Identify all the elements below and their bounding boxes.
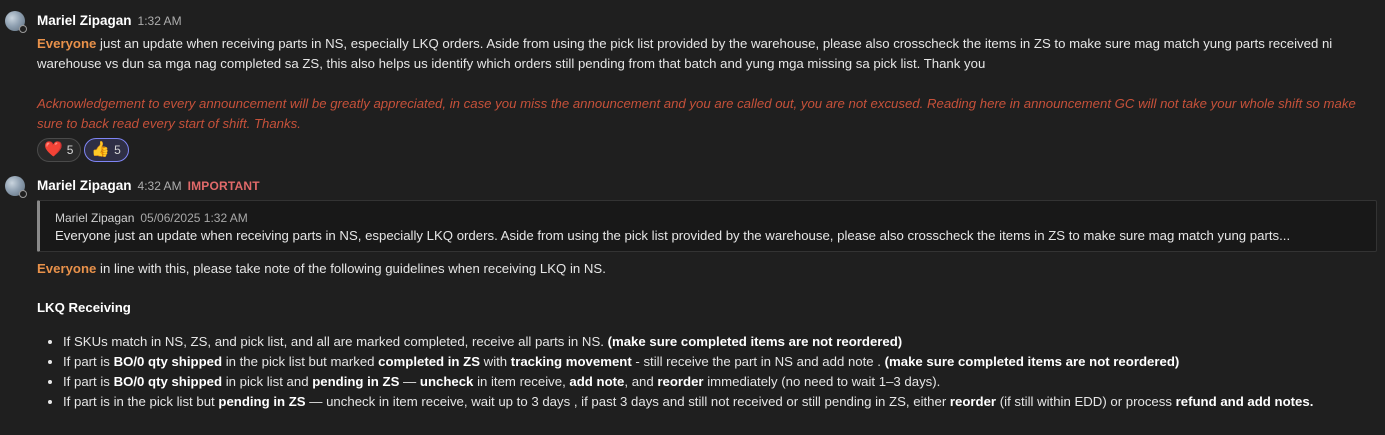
- message-timestamp: 4:32 AM: [137, 179, 182, 193]
- author-name[interactable]: Mariel Zipagan: [37, 178, 132, 193]
- guideline-bold: uncheck: [419, 374, 474, 389]
- author-name[interactable]: Mariel Zipagan: [37, 13, 132, 28]
- guideline-text: — uncheck in item receive, wait up to 3 …: [305, 394, 950, 409]
- guideline-text: , and: [624, 374, 658, 389]
- reaction-count: 5: [114, 143, 121, 157]
- guideline-text: If SKUs match in NS, ZS, and pick list, …: [63, 334, 608, 349]
- mention-everyone[interactable]: Everyone: [37, 36, 96, 51]
- thumbs-up-icon: 👍: [91, 141, 111, 158]
- guideline-bold: (make sure completed items are not reord…: [884, 354, 1180, 369]
- avatar[interactable]: [5, 176, 27, 198]
- list-item: If part is BO/0 qty shipped in pick list…: [63, 372, 1383, 392]
- message-header: Mariel Zipagan 4:32 AM IMPORTANT: [37, 176, 260, 196]
- message-body: Everyone in line with this, please take …: [37, 259, 1367, 279]
- avatar[interactable]: [5, 11, 27, 33]
- list-item: If SKUs match in NS, ZS, and pick list, …: [63, 332, 1383, 352]
- guideline-text: —: [399, 374, 420, 389]
- guideline-bold: reorder: [949, 394, 997, 409]
- guideline-text: If part is in the pick list but: [63, 394, 219, 409]
- reaction-thumbs-up[interactable]: 👍 5: [84, 138, 129, 162]
- message-body: Everyone just an update when receiving p…: [37, 34, 1367, 74]
- guideline-bold: tracking movement: [510, 354, 632, 369]
- guideline-text: (if still within EDD) or process: [996, 394, 1176, 409]
- guideline-bold: add note: [569, 374, 625, 389]
- heart-icon: ❤️: [44, 141, 63, 158]
- guideline-bold: completed in ZS: [378, 354, 481, 369]
- guideline-bold: BO/0 qty shipped: [113, 354, 223, 369]
- message-text: in line with this, please take note of t…: [96, 261, 606, 276]
- guidelines-list: If SKUs match in NS, ZS, and pick list, …: [37, 332, 1383, 412]
- message-text: just an update when receiving parts in N…: [37, 36, 1333, 71]
- reaction-heart[interactable]: ❤️ 5: [37, 138, 82, 162]
- guideline-bold: refund and add notes.: [1175, 394, 1314, 409]
- guideline-bold: (make sure completed items are not reord…: [607, 334, 903, 349]
- section-title: LKQ Receiving: [37, 300, 131, 315]
- reaction-count: 5: [66, 143, 74, 157]
- guideline-text: If part is: [63, 374, 114, 389]
- quote-header: Mariel Zipagan 05/06/2025 1:32 AM: [55, 208, 248, 228]
- list-item: If part is in the pick list but pending …: [63, 392, 1383, 412]
- quote-date: 05/06/2025 1:32 AM: [140, 211, 248, 225]
- list-item: If part is BO/0 qty shipped in the pick …: [63, 352, 1383, 372]
- presence-status-icon: [19, 190, 27, 198]
- reactions-bar: ❤️ 5 👍 5: [37, 138, 129, 162]
- guideline-text: immediately (no need to wait 1–3 days).: [703, 374, 941, 389]
- guideline-text: in the pick list but marked: [222, 354, 379, 369]
- quoted-message[interactable]: Mariel Zipagan 05/06/2025 1:32 AM Everyon…: [37, 200, 1377, 252]
- announcement-note: Acknowledgement to every announcement wi…: [37, 96, 1356, 131]
- quote-text: Everyone just an update when receiving p…: [55, 228, 1291, 243]
- importance-badge: IMPORTANT: [187, 179, 260, 193]
- guideline-text: with: [480, 354, 511, 369]
- guideline-bold: reorder: [657, 374, 704, 389]
- mention-everyone[interactable]: Everyone: [37, 261, 96, 276]
- presence-status-icon: [19, 25, 27, 33]
- guideline-bold: pending in ZS: [218, 394, 306, 409]
- guideline-text: in item receive,: [473, 374, 570, 389]
- guideline-bold: BO/0 qty shipped: [113, 374, 223, 389]
- quote-author: Mariel Zipagan: [55, 211, 135, 225]
- guideline-text: - still receive the part in NS and add n…: [631, 354, 885, 369]
- message-timestamp: 1:32 AM: [137, 14, 182, 28]
- guideline-text: If part is: [63, 354, 114, 369]
- guideline-bold: pending in ZS: [312, 374, 400, 389]
- guideline-text: in pick list and: [222, 374, 313, 389]
- message-header: Mariel Zipagan 1:32 AM: [37, 11, 182, 31]
